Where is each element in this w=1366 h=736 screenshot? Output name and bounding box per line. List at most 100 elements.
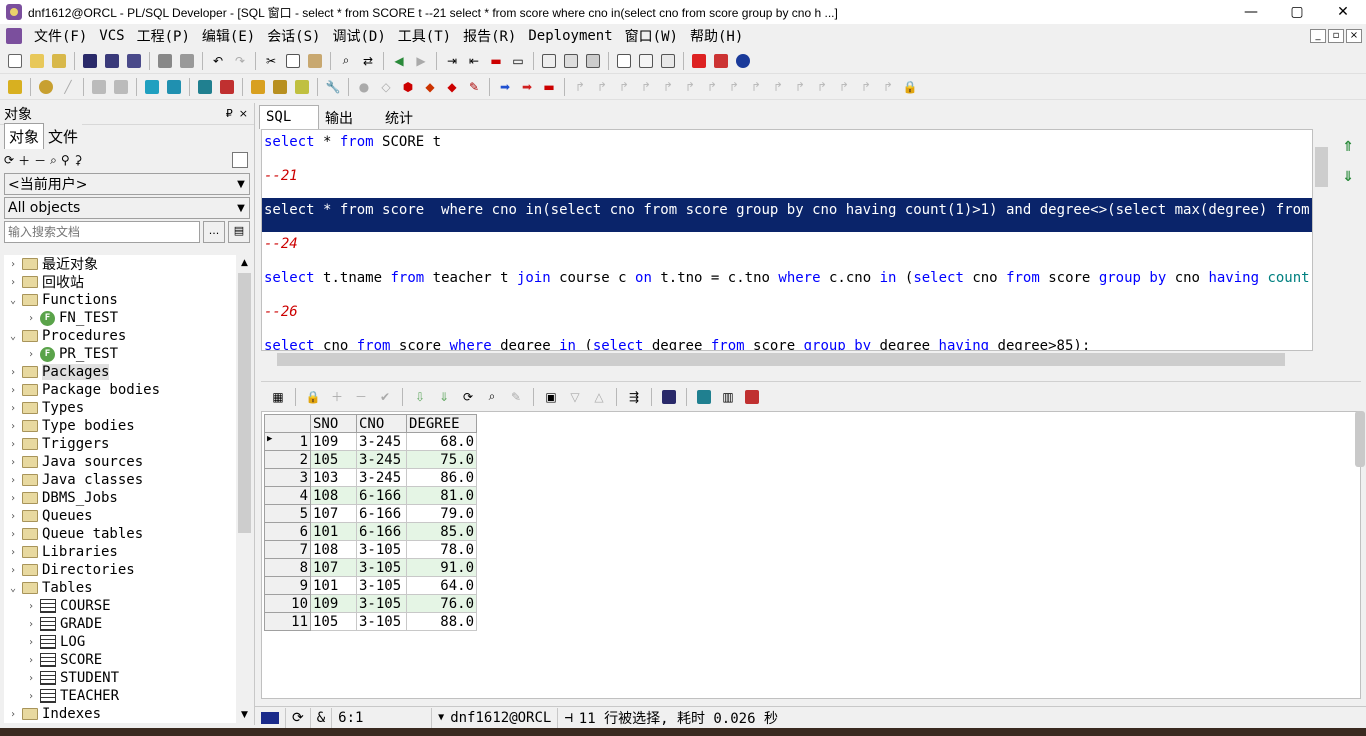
- maximize-button[interactable]: ▢: [1274, 0, 1320, 24]
- row-number[interactable]: 2: [264, 450, 311, 469]
- tree-node[interactable]: › 最近对象: [4, 255, 236, 273]
- minimize-button[interactable]: —: [1228, 0, 1274, 24]
- table-row[interactable]: 7 108 3-105 78.0: [264, 540, 477, 559]
- save-as-icon[interactable]: [102, 51, 122, 71]
- expand-icon[interactable]: ›: [24, 691, 38, 702]
- query-by-example-icon[interactable]: ▣: [541, 387, 561, 407]
- menu-project[interactable]: 工程(P): [131, 26, 196, 46]
- expand-icon[interactable]: ›: [24, 655, 38, 666]
- redo-icon[interactable]: ↷: [230, 51, 250, 71]
- find-object-icon[interactable]: ⌕: [50, 153, 57, 168]
- row-number[interactable]: 4: [264, 486, 311, 505]
- table-row[interactable]: 3 103 3-245 86.0: [264, 468, 477, 487]
- search-options-button[interactable]: ▤: [228, 221, 250, 243]
- status-refresh-icon[interactable]: ⟳: [286, 707, 311, 728]
- expand-icon[interactable]: ›: [6, 385, 20, 396]
- tree-node[interactable]: › GRADE: [4, 615, 236, 633]
- cell-cno[interactable]: 3-105: [356, 540, 407, 559]
- cell-sno[interactable]: 103: [310, 468, 357, 487]
- cell-sno[interactable]: 101: [310, 576, 357, 595]
- search-input[interactable]: [4, 221, 200, 243]
- search-more-button[interactable]: ...: [203, 221, 225, 243]
- run-red-arrow-icon[interactable]: ➡: [517, 77, 537, 97]
- grid-scroll-thumb[interactable]: [1355, 411, 1365, 467]
- cell-degree[interactable]: 64.0: [406, 576, 477, 595]
- gear-icon[interactable]: [36, 77, 56, 97]
- tab-sql[interactable]: SQL: [259, 105, 319, 129]
- sql-comment-line[interactable]: --21: [262, 164, 1312, 198]
- debug-step-7-icon[interactable]: ↱: [702, 77, 722, 97]
- table-row[interactable]: 4 108 6-166 81.0: [264, 486, 477, 505]
- breakpoint-icon[interactable]: ⬢: [398, 77, 418, 97]
- pin-icon[interactable]: ₽: [226, 107, 233, 120]
- cell-sno[interactable]: 109: [310, 432, 357, 451]
- tree-node[interactable]: › Directories: [4, 561, 236, 579]
- tree-node[interactable]: › DBMS_Jobs: [4, 489, 236, 507]
- row-number[interactable]: 10: [264, 594, 311, 613]
- menu-edit[interactable]: 编辑(E): [196, 26, 261, 46]
- options-box[interactable]: [232, 152, 248, 168]
- save-icon[interactable]: [80, 51, 100, 71]
- tree-node[interactable]: › Queues: [4, 507, 236, 525]
- lock-icon[interactable]: 🔒: [900, 77, 920, 97]
- expand-icon[interactable]: ›: [6, 259, 20, 270]
- oracle-icon[interactable]: [689, 51, 709, 71]
- debug-step-3-icon[interactable]: ↱: [614, 77, 634, 97]
- tab-statistics[interactable]: 统计: [379, 105, 439, 129]
- sql-code-line[interactable]: select * from SCORE t: [262, 130, 1312, 164]
- cell-cno[interactable]: 3-105: [356, 594, 407, 613]
- expand-icon[interactable]: ›: [24, 601, 38, 612]
- post-record-icon[interactable]: ✔: [375, 387, 395, 407]
- lock-icon[interactable]: 🔒: [303, 387, 323, 407]
- table-row[interactable]: 8 107 3-105 91.0: [264, 558, 477, 577]
- table-row[interactable]: 6 101 6-166 85.0: [264, 522, 477, 541]
- new-icon[interactable]: [5, 51, 25, 71]
- menu-session[interactable]: 会话(S): [261, 26, 326, 46]
- expand-icon[interactable]: ›: [6, 709, 20, 720]
- expand-icon[interactable]: ›: [6, 421, 20, 432]
- tree-node[interactable]: › Types: [4, 399, 236, 417]
- key-icon[interactable]: [5, 77, 25, 97]
- cell-sno[interactable]: 105: [310, 450, 357, 469]
- sql-comment-line[interactable]: --24: [262, 232, 1312, 266]
- sql-code-line[interactable]: select cno from score where degree in (s…: [262, 334, 1312, 350]
- cell-sno[interactable]: 107: [310, 504, 357, 523]
- connection-selector[interactable]: ▼ dnf1612@ORCL: [432, 707, 559, 728]
- wrench-icon[interactable]: 🔧: [323, 77, 343, 97]
- expand-icon[interactable]: ›: [6, 277, 20, 288]
- database-icon[interactable]: [694, 387, 714, 407]
- cascade-icon[interactable]: [583, 51, 603, 71]
- tree-node[interactable]: › Libraries: [4, 543, 236, 561]
- print-icon[interactable]: [155, 51, 175, 71]
- objects-combo[interactable]: All objects ▼: [4, 197, 250, 219]
- step-into-icon[interactable]: ◆: [442, 77, 462, 97]
- debug-step-13-icon[interactable]: ↱: [834, 77, 854, 97]
- copy-icon[interactable]: [283, 51, 303, 71]
- step-icon[interactable]: ◆: [420, 77, 440, 97]
- tree-node[interactable]: › F PR_TEST: [4, 345, 236, 363]
- database-icon[interactable]: [195, 77, 215, 97]
- expand-icon[interactable]: ›: [6, 565, 20, 576]
- cell-cno[interactable]: 6-166: [356, 522, 407, 541]
- tree-node[interactable]: › 回收站: [4, 273, 236, 291]
- scroll-up-icon[interactable]: ▲: [236, 255, 253, 271]
- cell-degree[interactable]: 76.0: [406, 594, 477, 613]
- tree-node[interactable]: ⌄ Tables: [4, 579, 236, 597]
- scroll-down-icon[interactable]: ▼: [236, 707, 253, 723]
- add-icon[interactable]: ＋: [18, 152, 30, 169]
- expand-icon[interactable]: ›: [6, 367, 20, 378]
- debug-step-9-icon[interactable]: ↱: [746, 77, 766, 97]
- sql-new-icon[interactable]: [164, 77, 184, 97]
- menu-file[interactable]: 文件(F): [28, 26, 93, 46]
- arrow-up-icon[interactable]: ⇑: [1342, 139, 1354, 155]
- stop-icon[interactable]: ▬: [539, 77, 559, 97]
- mdi-close-button[interactable]: ×: [1346, 29, 1362, 43]
- table-row[interactable]: 10 109 3-105 76.0: [264, 594, 477, 613]
- expand-icon[interactable]: ›: [24, 619, 38, 630]
- debug-step-12-icon[interactable]: ↱: [812, 77, 832, 97]
- debug-step-10-icon[interactable]: ↱: [768, 77, 788, 97]
- menu-deployment[interactable]: Deployment: [522, 28, 618, 44]
- previous-icon[interactable]: ▽: [565, 387, 585, 407]
- tree-node[interactable]: › Java classes: [4, 471, 236, 489]
- commit-icon[interactable]: [89, 77, 109, 97]
